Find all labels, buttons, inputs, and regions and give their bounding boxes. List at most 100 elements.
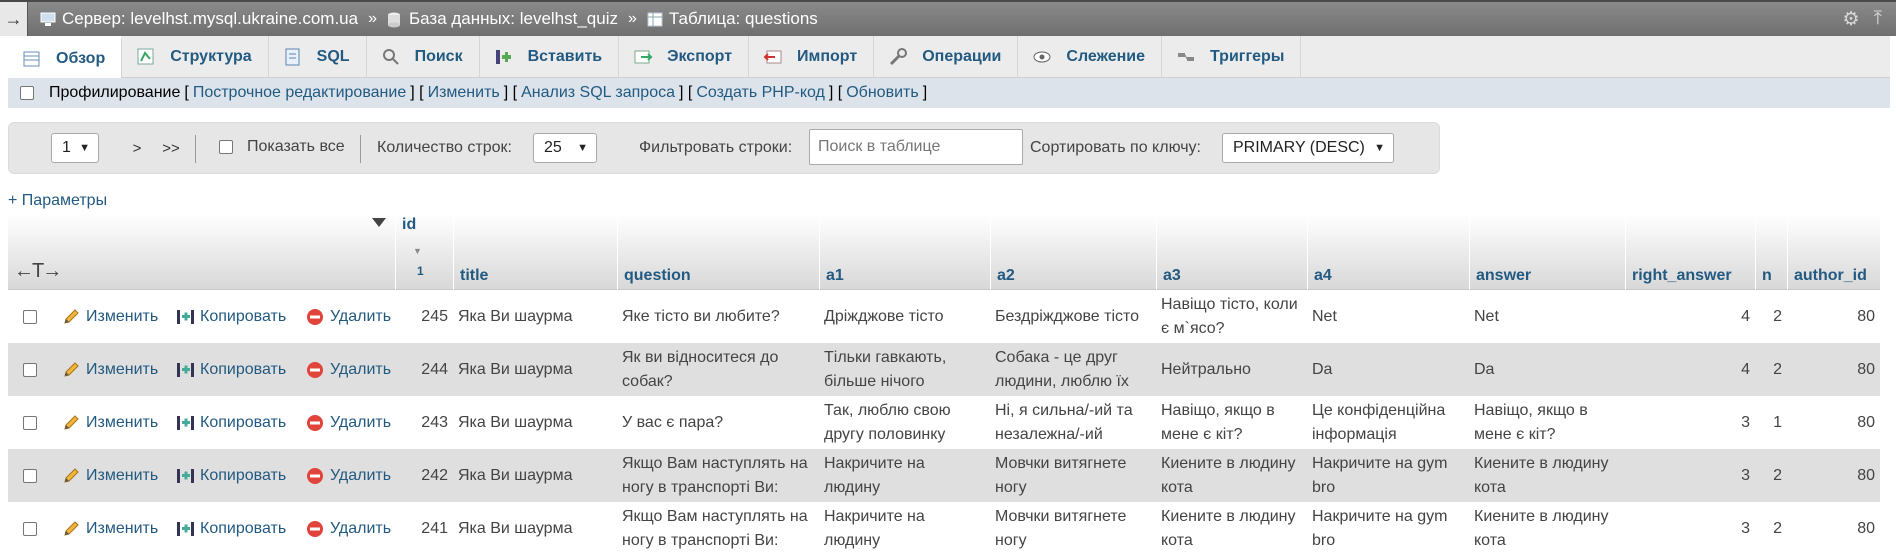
- refresh-link[interactable]: Обновить: [846, 84, 918, 102]
- column-header-author-id[interactable]: author_id: [1787, 214, 1880, 290]
- cell-a3[interactable]: Навіщо тісто, коли є м`ясо?: [1156, 290, 1307, 343]
- column-header-n[interactable]: n: [1755, 214, 1787, 290]
- cell-a1[interactable]: Накричите на людину: [819, 502, 990, 555]
- column-resize-icon[interactable]: ←T→: [14, 260, 62, 283]
- column-header-a1[interactable]: a1: [819, 214, 990, 290]
- cell-title[interactable]: Яка Ви шаурма: [453, 343, 617, 396]
- cell-a3[interactable]: Киените в людину кота: [1156, 449, 1307, 502]
- filter-rows-input[interactable]: Поиск в таблице: [809, 129, 1023, 165]
- edit-row-button[interactable]: Изменить: [57, 290, 163, 343]
- tab-tracking[interactable]: Слежение: [1018, 36, 1163, 78]
- cell-title[interactable]: Яка Ви шаурма: [453, 290, 617, 343]
- options-link[interactable]: + Параметры: [8, 192, 107, 210]
- cell-a3[interactable]: Нейтрально: [1156, 343, 1307, 396]
- cell-answer[interactable]: Da: [1469, 343, 1625, 396]
- tab-structure[interactable]: Структура: [122, 36, 269, 78]
- cell-author-id[interactable]: 80: [1787, 502, 1880, 555]
- tab-export[interactable]: Экспорт: [619, 36, 750, 78]
- cell-a4[interactable]: Накричите на gym bro: [1307, 502, 1469, 555]
- cell-n[interactable]: 2: [1755, 343, 1787, 396]
- cell-id[interactable]: 241: [395, 502, 453, 555]
- edit-row-button[interactable]: Изменить: [57, 343, 163, 396]
- back-arrow-button[interactable]: →: [0, 2, 28, 36]
- tab-import[interactable]: Импорт: [749, 36, 875, 78]
- cell-right-answer[interactable]: 4: [1625, 290, 1755, 343]
- row-select-checkbox[interactable]: [23, 309, 37, 324]
- cell-a1[interactable]: Так, люблю свою другу половинку: [819, 396, 990, 449]
- cell-a2[interactable]: Ні, я сильна/-ий та незалежна/-ий: [990, 396, 1156, 449]
- explain-sql-link[interactable]: Анализ SQL запроса: [521, 84, 675, 102]
- breadcrumb-table[interactable]: Таблица: questions: [647, 9, 818, 29]
- create-php-code-link[interactable]: Создать PHP-код: [696, 84, 825, 102]
- cell-id[interactable]: 245: [395, 290, 453, 343]
- edit-row-button[interactable]: Изменить: [57, 396, 163, 449]
- cell-right-answer[interactable]: 3: [1625, 502, 1755, 555]
- cell-answer[interactable]: Киените в людину кота: [1469, 449, 1625, 502]
- column-header-right-answer[interactable]: right_answer: [1625, 214, 1755, 290]
- cell-a3[interactable]: Навіщо, якщо в мене є кіт?: [1156, 396, 1307, 449]
- cell-a2[interactable]: Мовчки витягнете ногу: [990, 502, 1156, 555]
- row-select-checkbox[interactable]: [23, 468, 37, 483]
- cell-a4[interactable]: Накричите на gym bro: [1307, 449, 1469, 502]
- column-header-title[interactable]: title: [453, 214, 617, 290]
- column-header-id[interactable]: id ▼ 1: [395, 214, 453, 290]
- tab-operations[interactable]: Операции: [874, 36, 1019, 78]
- copy-row-button[interactable]: Копировать: [171, 343, 291, 396]
- cell-a4[interactable]: Da: [1307, 343, 1469, 396]
- delete-row-button[interactable]: Удалить: [301, 502, 396, 555]
- delete-row-button[interactable]: Удалить: [301, 449, 396, 502]
- cell-question[interactable]: Якщо Вам наступлять на ногу в транспорті…: [617, 502, 819, 555]
- last-page-button[interactable]: >>: [154, 131, 188, 165]
- inline-edit-link[interactable]: Построчное редактирование: [193, 84, 406, 102]
- cell-a2[interactable]: Собака - це друг людини, люблю їх: [990, 343, 1156, 396]
- cell-question[interactable]: Яке тісто ви любите?: [617, 290, 819, 343]
- cell-question[interactable]: Як ви відноситеся до собак?: [617, 343, 819, 396]
- row-select-checkbox[interactable]: [23, 521, 37, 536]
- cell-answer[interactable]: Навіщо, якщо в мене є кіт?: [1469, 396, 1625, 449]
- delete-row-button[interactable]: Удалить: [301, 343, 396, 396]
- cell-id[interactable]: 242: [395, 449, 453, 502]
- row-select-checkbox[interactable]: [23, 362, 37, 377]
- tab-sql[interactable]: SQL: [269, 36, 367, 78]
- cell-author-id[interactable]: 80: [1787, 343, 1880, 396]
- cell-a4[interactable]: Net: [1307, 290, 1469, 343]
- cell-n[interactable]: 1: [1755, 396, 1787, 449]
- column-header-answer[interactable]: answer: [1469, 214, 1625, 290]
- copy-row-button[interactable]: Копировать: [171, 290, 291, 343]
- cell-right-answer[interactable]: 3: [1625, 449, 1755, 502]
- cell-title[interactable]: Яка Ви шаурма: [453, 396, 617, 449]
- cell-answer[interactable]: Net: [1469, 290, 1625, 343]
- cell-a1[interactable]: Тільки гавкають, більше нічого: [819, 343, 990, 396]
- column-header-a4[interactable]: a4: [1307, 214, 1469, 290]
- cell-a1[interactable]: Накричите на людину: [819, 449, 990, 502]
- cell-n[interactable]: 2: [1755, 502, 1787, 555]
- delete-row-button[interactable]: Удалить: [301, 290, 396, 343]
- tab-search[interactable]: Поиск: [367, 36, 480, 78]
- page-select[interactable]: 1 ▼: [51, 133, 99, 163]
- cell-n[interactable]: 2: [1755, 290, 1787, 343]
- column-header-question[interactable]: question: [617, 214, 819, 290]
- cell-answer[interactable]: Киените в людину кота: [1469, 502, 1625, 555]
- collapse-icon[interactable]: ⤒: [1874, 8, 1882, 31]
- edit-query-link[interactable]: Изменить: [428, 84, 500, 102]
- copy-row-button[interactable]: Копировать: [171, 449, 291, 502]
- cell-author-id[interactable]: 80: [1787, 290, 1880, 343]
- cell-title[interactable]: Яка Ви шаурма: [453, 449, 617, 502]
- profiling-checkbox[interactable]: [20, 86, 34, 100]
- cell-title[interactable]: Яка Ви шаурма: [453, 502, 617, 555]
- cell-question[interactable]: Якщо Вам наступлять на ногу в транспорті…: [617, 449, 819, 502]
- cell-n[interactable]: 2: [1755, 449, 1787, 502]
- cell-a2[interactable]: Мовчки витягнете ногу: [990, 449, 1156, 502]
- edit-row-button[interactable]: Изменить: [57, 449, 163, 502]
- cell-a2[interactable]: Бездріжджове тісто: [990, 290, 1156, 343]
- cell-author-id[interactable]: 80: [1787, 396, 1880, 449]
- breadcrumb-database[interactable]: База данных: levelhst_quiz: [387, 9, 618, 29]
- cell-question[interactable]: У вас є пара?: [617, 396, 819, 449]
- select-columns-dropdown-icon[interactable]: [372, 218, 386, 227]
- column-header-a3[interactable]: a3: [1156, 214, 1307, 290]
- cell-a4[interactable]: Це конфіденційна інформація: [1307, 396, 1469, 449]
- show-all-checkbox[interactable]: [219, 140, 233, 154]
- cell-author-id[interactable]: 80: [1787, 449, 1880, 502]
- row-select-checkbox[interactable]: [23, 415, 37, 430]
- cell-a3[interactable]: Киените в людину кота: [1156, 502, 1307, 555]
